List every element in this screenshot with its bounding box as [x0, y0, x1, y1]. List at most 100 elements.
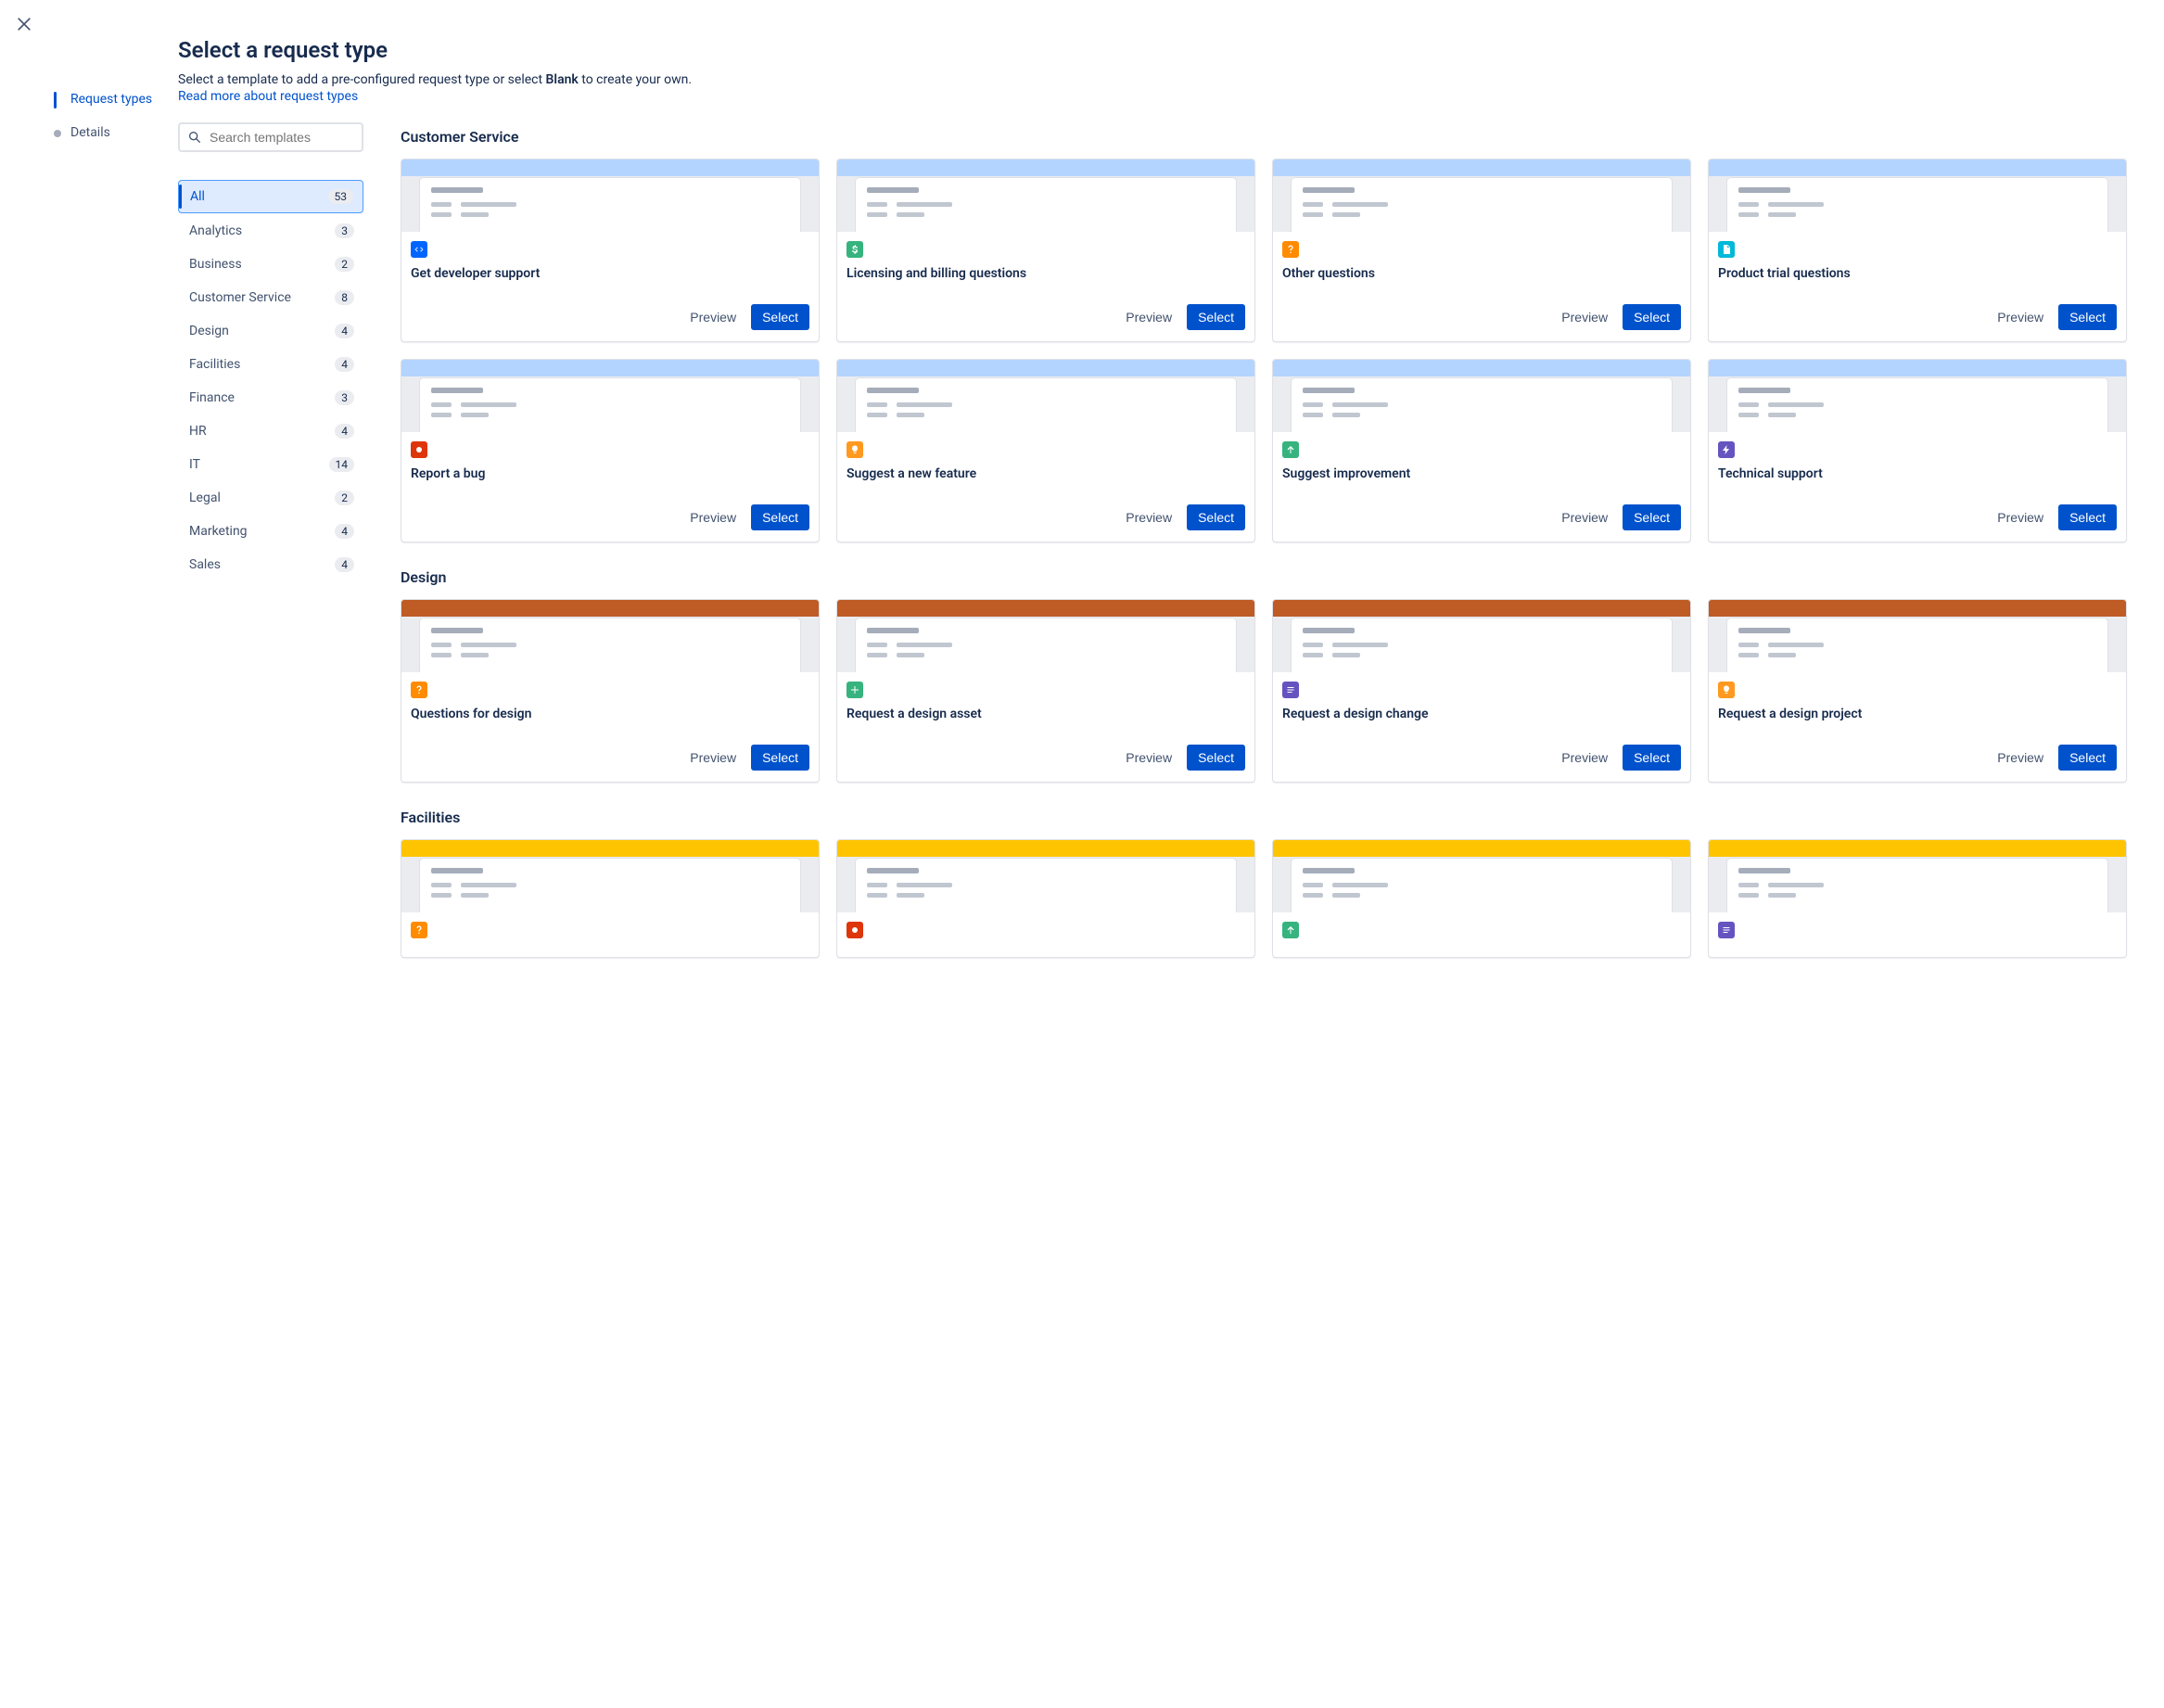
category-design[interactable]: Design4 [178, 315, 363, 347]
template-card: Report a bug Preview Select [401, 359, 820, 542]
category-customer-service[interactable]: Customer Service8 [178, 282, 363, 313]
card-thumbnail [837, 360, 1254, 432]
template-card [836, 839, 1255, 958]
card-thumbnail [401, 360, 819, 432]
card-grid [401, 839, 2127, 958]
card-title: Get developer support [411, 265, 809, 282]
card-thumbnail [401, 840, 819, 912]
category-count-badge: 2 [335, 257, 354, 272]
preview-button-request-a-design-project[interactable]: Preview [1990, 745, 2051, 771]
preview-button-suggest-improvement[interactable]: Preview [1554, 504, 1615, 530]
question-icon [411, 922, 427, 938]
select-button-request-a-design-project[interactable]: Select [2058, 745, 2117, 771]
card-title: Suggest a new feature [847, 465, 1245, 482]
category-label: Facilities [189, 357, 240, 372]
search-icon [187, 130, 202, 145]
category-label: IT [189, 457, 200, 472]
card-grid: Questions for design Preview Select R [401, 599, 2127, 783]
category-label: Sales [189, 557, 221, 572]
preview-button-request-a-design-change[interactable]: Preview [1554, 745, 1615, 771]
bolt-icon [1718, 441, 1735, 458]
select-button-get-developer-support[interactable]: Select [751, 304, 809, 330]
card-title: Request a design project [1718, 706, 2117, 722]
arrow-up-icon [1282, 922, 1299, 938]
category-analytics[interactable]: Analytics 3 [178, 215, 363, 247]
select-button-questions-for-design[interactable]: Select [751, 745, 809, 771]
step-label: Request types [70, 91, 152, 108]
category-legal[interactable]: Legal 2 [178, 482, 363, 514]
question-icon [1282, 241, 1299, 258]
category-count-badge: 4 [335, 557, 354, 572]
category-marketing[interactable]: Marketing 4 [178, 516, 363, 547]
category-count-badge: 4 [335, 524, 354, 539]
category-list: All 53 Analytics 3 Business2Customer Service… [178, 180, 363, 580]
search-templates-input-wrap[interactable] [178, 122, 363, 152]
select-button-product-trial-questions[interactable]: Select [2058, 304, 2117, 330]
category-count-badge: 3 [335, 223, 354, 238]
preview-button-questions-for-design[interactable]: Preview [682, 745, 744, 771]
search-input[interactable] [210, 130, 377, 145]
category-label: All [190, 189, 205, 204]
card-thumbnail [1273, 159, 1690, 232]
category-sales[interactable]: Sales 4 [178, 549, 363, 580]
bulb-icon [847, 441, 863, 458]
category-count-badge: 2 [335, 491, 354, 505]
template-sections: Customer Service Get developer support P… [401, 122, 2127, 984]
category-hr[interactable]: HR4 [178, 415, 363, 447]
category-business[interactable]: Business2 [178, 249, 363, 280]
read-more-link[interactable]: Read more about request types [178, 89, 358, 104]
template-card: Request a design asset Preview Select [836, 599, 1255, 783]
select-button-licensing-and-billing-questions[interactable]: Select [1187, 304, 1245, 330]
card-thumbnail [1273, 840, 1690, 912]
select-button-other-questions[interactable]: Select [1623, 304, 1681, 330]
dollar-icon [847, 241, 863, 258]
category-facilities[interactable]: Facilities4 [178, 349, 363, 380]
doc-icon [1718, 922, 1735, 938]
category-label: Marketing [189, 524, 248, 539]
preview-button-technical-support[interactable]: Preview [1990, 504, 2051, 530]
preview-button-get-developer-support[interactable]: Preview [682, 304, 744, 330]
card-thumbnail [1709, 840, 2126, 912]
category-count-badge: 4 [335, 324, 354, 338]
preview-button-suggest-a-new-feature[interactable]: Preview [1118, 504, 1179, 530]
template-card: Licensing and billing questions Preview … [836, 159, 1255, 342]
preview-button-report-a-bug[interactable]: Preview [682, 504, 744, 530]
category-finance[interactable]: Finance3 [178, 382, 363, 414]
select-button-suggest-a-new-feature[interactable]: Select [1187, 504, 1245, 530]
select-button-technical-support[interactable]: Select [2058, 504, 2117, 530]
preview-button-request-a-design-asset[interactable]: Preview [1118, 745, 1179, 771]
preview-button-other-questions[interactable]: Preview [1554, 304, 1615, 330]
template-card: Request a design change Preview Select [1272, 599, 1691, 783]
category-count-badge: 53 [328, 189, 354, 204]
close-button[interactable] [13, 13, 35, 35]
step-request-types[interactable]: Request types [48, 83, 178, 117]
category-label: Analytics [189, 223, 242, 238]
card-title: Questions for design [411, 706, 809, 722]
section-title-design: Design [401, 568, 2127, 586]
template-card: Other questions Preview Select [1272, 159, 1691, 342]
stop-icon [411, 441, 427, 458]
category-count-badge: 3 [335, 390, 354, 405]
card-thumbnail [837, 600, 1254, 672]
code-icon [411, 241, 427, 258]
section-title-facilities: Facilities [401, 809, 2127, 826]
select-button-request-a-design-change[interactable]: Select [1623, 745, 1681, 771]
select-button-suggest-improvement[interactable]: Select [1623, 504, 1681, 530]
preview-button-product-trial-questions[interactable]: Preview [1990, 304, 2051, 330]
category-it[interactable]: IT14 [178, 449, 363, 480]
card-title: Suggest improvement [1282, 465, 1681, 482]
category-all[interactable]: All 53 [178, 180, 363, 213]
preview-button-licensing-and-billing-questions[interactable]: Preview [1118, 304, 1179, 330]
page-subtitle: Select a template to add a pre-configure… [178, 72, 2127, 87]
template-card: Product trial questions Preview Select [1708, 159, 2127, 342]
card-thumbnail [401, 159, 819, 232]
doc-icon [1282, 682, 1299, 698]
template-card: Request a design project Preview Select [1708, 599, 2127, 783]
stop-icon [847, 922, 863, 938]
card-title: Licensing and billing questions [847, 265, 1245, 282]
step-details[interactable]: Details [48, 117, 178, 150]
select-button-report-a-bug[interactable]: Select [751, 504, 809, 530]
select-button-request-a-design-asset[interactable]: Select [1187, 745, 1245, 771]
category-label: Legal [189, 491, 221, 505]
bulb-icon [1718, 682, 1735, 698]
